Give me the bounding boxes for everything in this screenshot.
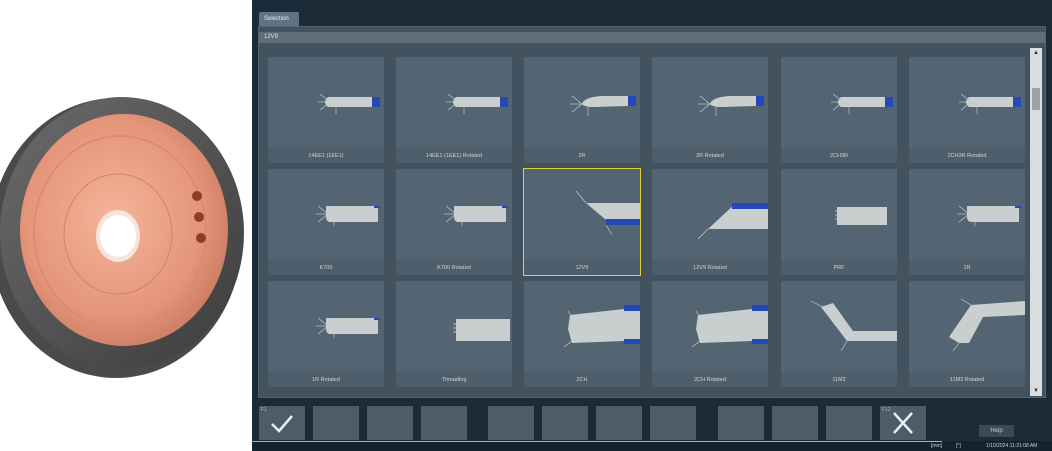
tool-item[interactable]: 2R [524,57,640,163]
tool-k700-rotated-icon [396,169,512,259]
tool-1r-icon [909,169,1025,259]
tool-2r-icon [524,57,640,147]
tool-threading-icon [396,281,512,371]
tool-item-label: 2R Rotated [696,153,724,159]
tool-item-selected[interactable]: 12V9 [523,168,641,276]
tool-2ch3r-rotated-icon [909,57,1025,147]
tool-item[interactable]: 2CH Rotated [652,281,768,387]
tool-item-label: 11M2 [832,377,846,383]
tool-item[interactable]: 1R [909,169,1025,275]
vertical-scrollbar[interactable]: ▲ ▼ [1030,48,1042,396]
function-key-bar: F1 F12 [252,400,1052,440]
scroll-thumb[interactable] [1032,88,1040,110]
tool-prf-icon [781,169,897,259]
f7-button[interactable] [596,406,642,440]
tool-item-label: 2CH3R [829,153,849,159]
tool-item[interactable]: 14EE1 (1EE1) Rotated [396,57,512,163]
status-datetime: 1/10/2024 11:21:08 AM [986,443,1038,449]
breadcrumb: 12V9 [259,32,1045,43]
tool-item[interactable]: 1R Rotated [268,281,384,387]
tool-item[interactable]: 14EE1 (1EE1) [268,57,384,163]
tool-12v9-rotated-icon [652,169,768,259]
tool-grid: 14EE1 (1EE1) 14EE1 (1EE1) Rotated 2R 2R Rot… [264,48,1026,396]
close-icon [893,412,913,434]
tool-item-label: 11M2 Rotated [949,377,985,383]
tool-item[interactable]: 12V9 Rotated [652,169,768,275]
angle-units-indicator: [°] [956,443,961,449]
tool-12v9-icon [524,169,640,259]
units-indicator: [mm] [931,443,943,449]
tool-item-label: 14EE1 (1EE1) [308,153,344,159]
f1-confirm-button[interactable]: F1 [259,406,305,440]
f4-button[interactable] [421,406,467,440]
tool-item-label: 12V9 Rotated [693,265,727,271]
f5-button[interactable] [488,406,534,440]
tool-item[interactable]: 11M2 Rotated [909,281,1025,387]
scroll-up-arrow-icon[interactable]: ▲ [1030,48,1042,58]
tool-item-label: 2CH3R Rotated [947,153,987,159]
f6-button[interactable] [542,406,588,440]
tool-item[interactable]: 2CH3R [781,57,897,163]
tool-11m2-rotated-icon [909,281,1025,371]
tool-selection-app: Selection 12V9 14EE1 (1EE1) 14EE1 (1EE1) … [252,0,1052,451]
f11-button[interactable] [826,406,872,440]
tool-11m2-icon [781,281,897,371]
f9-button[interactable] [718,406,764,440]
tool-item[interactable]: Threading [396,281,512,387]
tool-item[interactable]: 2CH3R Rotated [909,57,1025,163]
tool-item[interactable]: 11M2 [781,281,897,387]
scroll-down-arrow-icon[interactable]: ▼ [1030,386,1042,396]
tool-1ee1-icon [268,57,384,147]
status-progress-line [252,441,942,442]
help-button[interactable]: Help [979,425,1014,437]
f10-button[interactable] [772,406,818,440]
tool-2ch3r-icon [781,57,897,147]
f3-button[interactable] [367,406,413,440]
tool-1ee1-rotated-icon [396,57,512,147]
tab-selection[interactable]: Selection [259,12,299,26]
tool-item-label: 2R [578,153,586,159]
tool-item[interactable]: K700 Rotated [396,169,512,275]
tool-2ch-icon [524,281,640,371]
tool-item-label: K700 [319,265,333,271]
tool-item[interactable]: K700 [268,169,384,275]
tool-item[interactable]: PRF [781,169,897,275]
checkmark-icon [271,415,293,433]
tool-item-label: 2CH Rotated [694,377,726,383]
f2-button[interactable] [313,406,359,440]
f12-cancel-button[interactable]: F12 [880,406,926,440]
grinding-wheel-photo [0,0,252,451]
tool-item-label: 1R Rotated [312,377,340,383]
f8-button[interactable] [650,406,696,440]
tool-item-label: 2CH [576,377,588,383]
tool-2r-rotated-icon [652,57,768,147]
tool-item[interactable]: 2R Rotated [652,57,768,163]
tool-k700-icon [268,169,384,259]
tool-item[interactable]: 2CH [524,281,640,387]
tool-item-label: 1R [963,265,971,271]
tool-item-label: 14EE1 (1EE1) Rotated [426,153,482,159]
tool-1r-rotated-icon [268,281,384,371]
tool-2ch-rotated-icon [652,281,768,371]
tool-item-label: 12V9 [575,265,589,271]
tool-item-label: Threading [441,377,467,383]
tool-item-label: PRF [833,265,845,271]
status-bar: [mm] [°] 1/10/2024 11:21:08 AM [252,441,1052,451]
tool-item-label: K700 Rotated [437,265,471,271]
